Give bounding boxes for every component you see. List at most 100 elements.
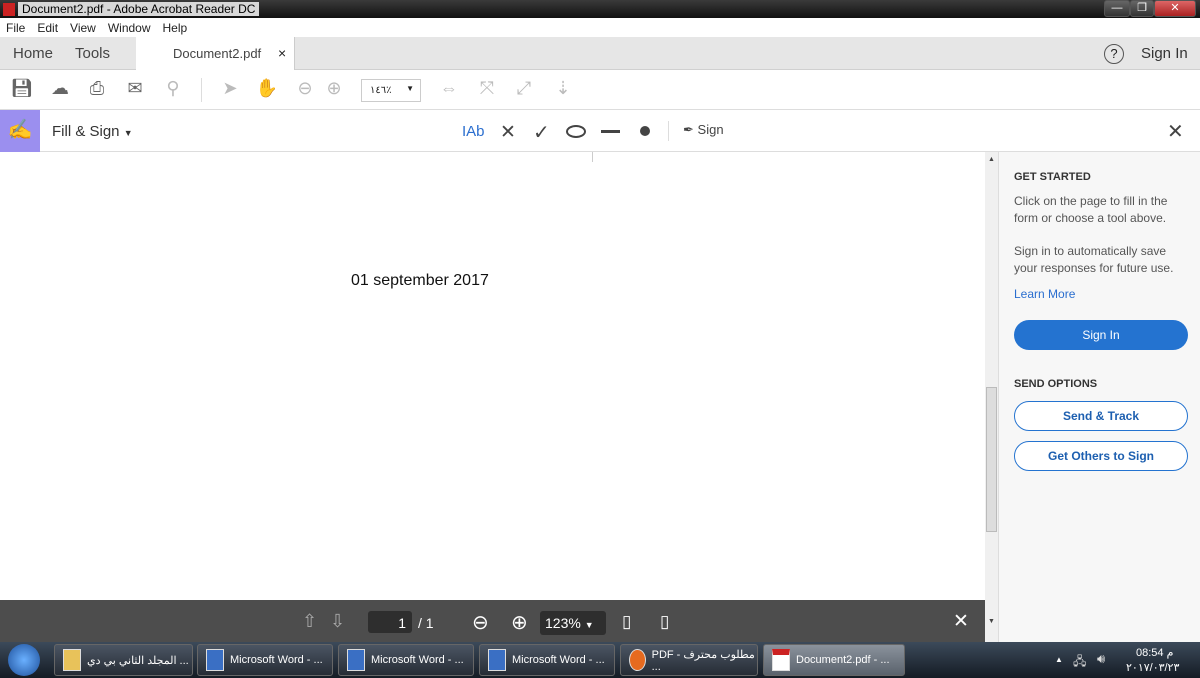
add-text-tool[interactable]: IAb [462, 123, 485, 140]
sign-in-link[interactable]: Sign In [1141, 45, 1188, 62]
document-view[interactable]: 01 september 2017 [0, 152, 985, 642]
pdf-icon [772, 649, 790, 671]
word-icon [206, 649, 224, 671]
volume-icon[interactable]: 🔊︎ [1097, 651, 1105, 667]
toolbar: 💾︎ ☁ ⎙ ✉ ⚲ ➤ ✋ ⊖ ⊕ ١٤٦٪ ▼ ⇔ ⤧ ⤢ ⇣ [0, 70, 1200, 110]
save-icon[interactable]: 💾︎ [10, 78, 34, 99]
chevron-down-icon: ▼ [584, 620, 594, 630]
fullscreen-icon[interactable]: ⤢ [512, 78, 536, 99]
close-tab-icon[interactable]: × [278, 45, 286, 61]
previous-page-icon[interactable]: ⇧ [302, 611, 317, 632]
divider [201, 78, 202, 102]
taskbar-acrobat[interactable]: Document2.pdf - ... [763, 644, 905, 676]
task-label: Microsoft Word - ... [230, 654, 323, 666]
help-icon[interactable]: ? [1104, 44, 1124, 64]
tab-tools[interactable]: Tools [75, 45, 110, 62]
show-hidden-icons[interactable]: ▲ [1055, 655, 1063, 664]
scroll-mode-icon[interactable]: ⇣ [551, 78, 575, 99]
word-icon [488, 649, 506, 671]
tab-home[interactable]: Home [13, 45, 53, 62]
scroll-down-icon[interactable]: ▼ [988, 618, 995, 625]
upload-cloud-icon[interactable]: ☁ [48, 78, 72, 99]
maximize-button[interactable]: ❐ [1130, 0, 1154, 17]
network-icon[interactable]: 🖧︎ [1073, 652, 1086, 673]
fill-sign-menu[interactable]: Fill & Sign ▼ [52, 123, 133, 140]
menu-window[interactable]: Window [108, 21, 151, 35]
line-tool[interactable] [601, 130, 620, 133]
zoom-out-icon[interactable]: ⊖ [472, 610, 489, 635]
taskbar-firefox[interactable]: PDF - مطلوب محترف ... [620, 644, 758, 676]
search-icon[interactable]: ⚲ [161, 78, 185, 99]
page-edge [592, 152, 593, 162]
document-text[interactable]: 01 september 2017 [351, 272, 489, 290]
page-number-input[interactable]: 1 [368, 611, 412, 633]
right-pane: GET STARTED Click on the page to fill in… [998, 152, 1200, 642]
zoom-dropdown[interactable]: 123% ▼ [540, 611, 606, 635]
taskbar-word-2[interactable]: Microsoft Word - ... [338, 644, 474, 676]
select-arrow-icon[interactable]: ➤ [218, 78, 242, 99]
taskbar-folder[interactable]: المجلد الثاني بي دي ... [54, 644, 193, 676]
tab-bar: Home Tools Document2.pdf × ? Sign In [0, 37, 1200, 70]
scroll-up-icon[interactable]: ▲ [988, 156, 995, 163]
taskbar-word-1[interactable]: Microsoft Word - ... [197, 644, 333, 676]
email-icon[interactable]: ✉ [123, 78, 147, 99]
task-label: المجلد الثاني بي دي ... [87, 654, 189, 667]
zoom-in-icon[interactable]: ⊕ [511, 610, 528, 635]
learn-more-link[interactable]: Learn More [1014, 287, 1075, 301]
fit-page-icon[interactable]: ⤧ [475, 78, 499, 99]
tab-document[interactable]: Document2.pdf × [136, 37, 295, 70]
zoom-out-icon[interactable]: ⊖ [293, 78, 317, 99]
scroll-thumb[interactable] [986, 387, 997, 532]
sign-in-info-text: Sign in to automatically save your respo… [1014, 244, 1174, 275]
ellipse-tool[interactable] [566, 125, 586, 138]
sign-tool[interactable]: ✒ Sign [683, 122, 724, 138]
page-controls-bar: ⇧ ⇩ 1 / 1 ⊖ ⊕ 123% ▼ ▯ ▯ ✕ [0, 600, 985, 642]
zoom-value: ١٤٦٪ [370, 85, 392, 96]
sign-label: Sign [697, 122, 724, 137]
dot-tool[interactable] [640, 126, 650, 136]
page-total: / 1 [418, 615, 434, 631]
cross-tool[interactable]: ✕ [500, 121, 516, 144]
vertical-scrollbar[interactable]: ▲ ▼ [985, 152, 998, 642]
task-label: Document2.pdf - ... [796, 654, 890, 666]
close-bar-icon[interactable]: ✕ [953, 610, 969, 633]
fill-sign-title: Fill & Sign [52, 123, 120, 140]
word-icon [347, 649, 365, 671]
send-track-button[interactable]: Send & Track [1014, 401, 1188, 431]
close-window-button[interactable]: ✕ [1154, 0, 1196, 17]
taskbar-word-3[interactable]: Microsoft Word - ... [479, 644, 615, 676]
menu-help[interactable]: Help [163, 21, 188, 35]
fit-page-icon[interactable]: ▯ [660, 612, 669, 632]
task-label: Microsoft Word - ... [371, 654, 464, 666]
fill-sign-bar: ✍ Fill & Sign ▼ IAb ✕ ✓ ✒ Sign ✕ [0, 110, 1200, 152]
window-title: Document2.pdf - Adobe Acrobat Reader DC [18, 2, 260, 16]
fill-sign-pen-icon: ✍ [0, 110, 40, 152]
title-bar: Document2.pdf - Adobe Acrobat Reader DC … [0, 0, 1200, 18]
print-icon[interactable]: ⎙ [85, 78, 109, 99]
menu-view[interactable]: View [70, 21, 96, 35]
menu-file[interactable]: File [6, 21, 25, 35]
menu-edit[interactable]: Edit [37, 21, 58, 35]
menu-bar: File Edit View Window Help [0, 18, 1200, 37]
chevron-down-icon: ▼ [123, 128, 133, 138]
next-page-icon[interactable]: ⇩ [330, 611, 345, 632]
clock-time[interactable]: 08:54 م [1136, 646, 1173, 659]
sign-in-button[interactable]: Sign In [1014, 320, 1188, 350]
firefox-icon [629, 649, 646, 671]
fit-width-icon[interactable]: ⇔ [437, 78, 461, 99]
fit-width-icon[interactable]: ▯ [622, 612, 631, 632]
zoom-select[interactable]: ١٤٦٪ ▼ [361, 79, 421, 102]
start-button[interactable] [8, 644, 40, 676]
clock-date[interactable]: ٢٠١٧/٠٣/٢٣ [1126, 661, 1179, 674]
pen-icon: ✒ [683, 122, 694, 137]
task-label: Microsoft Word - ... [512, 654, 605, 666]
minimize-button[interactable]: — [1104, 0, 1130, 17]
send-options-heading: SEND OPTIONS [1014, 378, 1098, 390]
task-label: PDF - مطلوب محترف ... [651, 648, 755, 673]
hand-icon[interactable]: ✋ [255, 78, 279, 99]
divider [668, 121, 669, 141]
get-others-to-sign-button[interactable]: Get Others to Sign [1014, 441, 1188, 471]
check-tool[interactable]: ✓ [533, 120, 550, 145]
zoom-in-icon[interactable]: ⊕ [322, 78, 346, 99]
close-fill-sign-button[interactable]: ✕ [1167, 119, 1184, 144]
